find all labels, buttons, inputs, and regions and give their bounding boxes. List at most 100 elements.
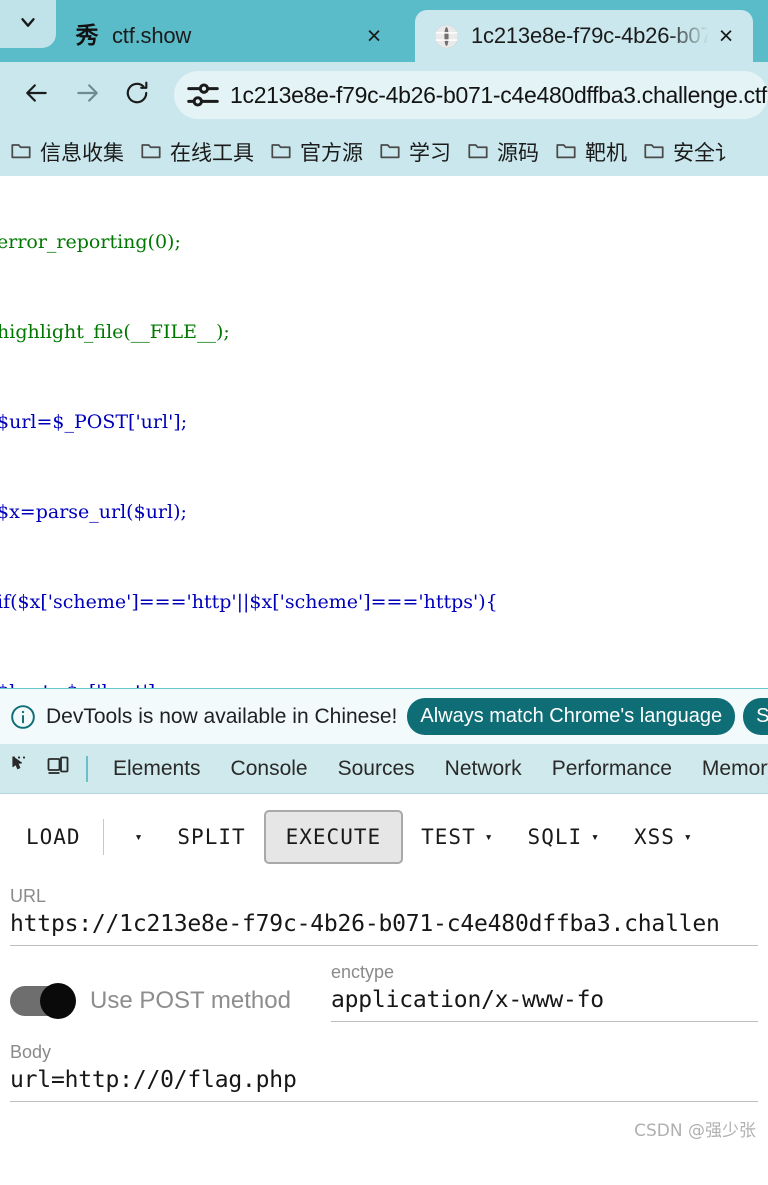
bookmark-label: 官方源 [300, 141, 363, 165]
tab-search-button[interactable] [0, 0, 56, 48]
code-line: $x=parse_url($url); [0, 501, 187, 523]
use-post-method-label: Use POST method [90, 987, 291, 1014]
php-source-listing: error_reporting(0); highlight_file(__FIL… [0, 176, 768, 688]
bookmark-label: 在线工具 [170, 141, 254, 165]
sqli-label: SQLI [527, 825, 583, 849]
switch-devtools-language-button[interactable]: Switch DevT [743, 698, 768, 735]
bookmark-item[interactable]: 靶机 [547, 137, 635, 167]
always-match-language-button[interactable]: Always match Chrome's language [407, 698, 736, 735]
code-line: $host=$x['host']; [0, 677, 768, 688]
chevron-down-icon: ▾ [134, 829, 144, 845]
devtools-language-notice: DevTools is now available in Chinese! Al… [0, 688, 768, 744]
devtools-tab-memory[interactable]: Memory [687, 757, 768, 781]
browser-navigation-bar: 1c213e8e-f79c-4b26-b071-c4e480dffba3.cha… [0, 62, 768, 128]
tune-settings-icon[interactable] [184, 76, 222, 114]
folder-icon [140, 139, 162, 166]
devtools-tab-bar: Elements Console Sources Network Perform… [0, 744, 768, 794]
devtools-tab-console[interactable]: Console [216, 757, 323, 781]
bookmark-label: 安全讠 [673, 141, 736, 165]
use-post-method-toggle[interactable] [10, 983, 76, 1019]
address-bar[interactable]: 1c213e8e-f79c-4b26-b071-c4e480dffba3.cha… [174, 71, 768, 119]
devtools-tab-sources[interactable]: Sources [323, 757, 430, 781]
page-viewport: error_reporting(0); highlight_file(__FIL… [0, 176, 768, 688]
enctype-field-label: enctype [330, 962, 395, 982]
tab-close-icon[interactable]: × [359, 21, 389, 51]
folder-icon [555, 139, 577, 166]
body-input[interactable]: url=http://0/flag.php [10, 1067, 758, 1102]
bookmark-label: 信息收集 [40, 141, 124, 165]
test-label: TEST [421, 825, 476, 849]
xss-dropdown-button[interactable]: XSS ▾ [626, 825, 701, 849]
forward-button[interactable] [64, 72, 110, 118]
address-bar-url: 1c213e8e-f79c-4b26-b071-c4e480dffba3.cha… [230, 81, 768, 108]
chevron-down-icon: ▾ [683, 829, 693, 845]
inspect-element-button[interactable] [4, 751, 40, 787]
bookmark-item[interactable]: 源码 [459, 137, 547, 167]
back-arrow-icon [24, 80, 50, 111]
xiu-character-favicon: 秀 [74, 23, 100, 49]
globe-icon [433, 23, 459, 49]
load-dropdown-button[interactable]: ▾ [118, 830, 152, 845]
toggle-knob [40, 983, 76, 1019]
hackbar-body-field[interactable]: Body url=http://0/flag.php [0, 1036, 768, 1102]
devtools-tab-network[interactable]: Network [430, 757, 537, 781]
browser-tab-strip: 秀 ctf.show × 1c213e8e-f79c-4b26-b071-c4 … [0, 0, 768, 62]
devtools-separator [86, 755, 88, 782]
post-method-toggle-group[interactable]: Use POST method [10, 983, 291, 1022]
bookmark-item[interactable]: 官方源 [262, 137, 371, 167]
forward-arrow-icon [74, 80, 100, 111]
enctype-input[interactable]: application/x-www-fo [330, 987, 758, 1022]
device-toolbar-button[interactable] [40, 751, 76, 787]
split-button[interactable]: SPLIT [169, 825, 253, 849]
devtools-notice-text: DevTools is now available in Chinese! [46, 704, 398, 728]
toolbar-divider [102, 819, 104, 855]
hackbar-url-field[interactable]: URL https://1c213e8e-f79c-4b26-b071-c4e4… [0, 880, 768, 946]
hackbar-enctype-field[interactable]: enctype application/x-www-fo [330, 962, 758, 1022]
folder-icon [270, 139, 292, 166]
code-line: error_reporting(0); [0, 231, 181, 253]
back-button[interactable] [14, 72, 60, 118]
chevron-down-icon: ▾ [591, 829, 600, 845]
sqli-dropdown-button[interactable]: SQLI ▾ [520, 825, 608, 849]
folder-icon [467, 139, 489, 166]
devtools-tab-performance[interactable]: Performance [537, 757, 687, 781]
bookmark-item[interactable]: 信息收集 [2, 137, 132, 167]
chevron-down-icon: ▾ [484, 829, 494, 845]
hackbar-method-row: Use POST method enctype application/x-ww… [0, 962, 768, 1022]
folder-icon [643, 139, 665, 166]
url-field-label: URL [10, 886, 47, 906]
inspect-element-icon [10, 754, 34, 783]
test-dropdown-button[interactable]: TEST ▾ [413, 825, 501, 849]
url-input[interactable]: https://1c213e8e-f79c-4b26-b071-c4e480df… [10, 911, 758, 946]
folder-icon [379, 139, 401, 166]
browser-tab-ctfshow[interactable]: 秀 ctf.show × [56, 10, 401, 62]
code-line: if($x['scheme']==='http'||$x['scheme']==… [0, 591, 498, 613]
tab-title: ctf.show [112, 23, 192, 48]
execute-button[interactable]: EXECUTE [263, 810, 404, 864]
folder-icon [10, 139, 32, 166]
reload-button[interactable] [114, 72, 160, 118]
browser-tab-challenge[interactable]: 1c213e8e-f79c-4b26-b071-c4 × [415, 10, 753, 62]
csdn-watermark: CSDN @强少张 [634, 1121, 756, 1141]
code-line: highlight_file(__FILE__); [0, 321, 230, 343]
bookmark-label: 源码 [497, 141, 539, 165]
reload-icon [124, 80, 150, 111]
bookmark-label: 靶机 [585, 141, 627, 165]
tab-close-icon[interactable]: × [711, 21, 741, 51]
device-toolbar-icon [46, 754, 70, 783]
devtools-tab-elements[interactable]: Elements [98, 757, 216, 781]
load-button[interactable]: LOAD [18, 825, 89, 849]
bookmark-item[interactable]: 安全讠 [635, 137, 744, 167]
xss-label: XSS [633, 825, 675, 849]
bookmark-label: 学习 [409, 141, 451, 165]
code-line: $url=$_POST['url']; [0, 411, 188, 433]
bookmarks-bar: 信息收集 在线工具 官方源 学习 源码 靶机 安全讠 [0, 128, 768, 176]
chevron-down-icon [17, 11, 39, 38]
favicon-glyph: 秀 [75, 22, 99, 49]
body-field-label: Body [10, 1042, 52, 1062]
hackbar-panel: LOAD ▾ SPLIT EXECUTE TEST ▾ SQLI ▾ XSS ▾… [0, 794, 768, 1141]
bookmark-item[interactable]: 学习 [371, 137, 459, 167]
bookmark-item[interactable]: 在线工具 [132, 137, 262, 167]
tab-title: 1c213e8e-f79c-4b26-b071-c4 [471, 23, 711, 48]
info-circle-icon [10, 704, 36, 730]
